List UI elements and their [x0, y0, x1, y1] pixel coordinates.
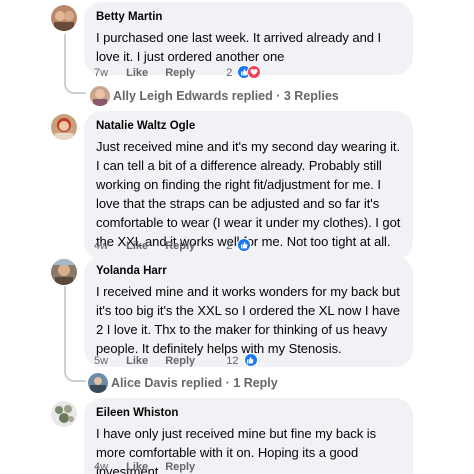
comment-text: Just received mine and it's my second da…: [96, 139, 401, 249]
reply-thread-elbow: [64, 80, 86, 94]
comment-actions: 4w Like Reply: [94, 460, 209, 474]
comment-text: I purchased one last week. It arrived al…: [96, 30, 382, 64]
reaction-count[interactable]: 2: [226, 239, 232, 253]
like-button[interactable]: Like: [126, 354, 148, 368]
comment-timestamp[interactable]: 4w: [94, 239, 108, 253]
avatar[interactable]: [51, 5, 77, 31]
reaction-count[interactable]: 12: [226, 354, 238, 368]
love-icon: [247, 65, 262, 79]
comment-timestamp[interactable]: 7w: [94, 66, 108, 80]
comment-actions: 4w Like Reply 2: [94, 238, 252, 253]
like-button[interactable]: Like: [126, 460, 148, 474]
reply-button[interactable]: Reply: [165, 460, 195, 474]
like-button[interactable]: Like: [126, 239, 148, 253]
reply-button[interactable]: Reply: [165, 354, 195, 368]
like-button[interactable]: Like: [126, 66, 148, 80]
reply-avatar[interactable]: [90, 86, 110, 106]
comment-actions: 7w Like Reply 2: [94, 65, 262, 80]
reply-thread-elbow: [64, 366, 86, 382]
reaction-count[interactable]: 2: [226, 66, 232, 80]
avatar[interactable]: [51, 114, 77, 140]
avatar[interactable]: [51, 401, 77, 427]
view-replies-link[interactable]: Alice Davis replied · 1 Reply: [111, 375, 278, 391]
comment-bubble: Yolanda Harr I received mine and it work…: [84, 256, 413, 367]
reply-button[interactable]: Reply: [165, 239, 195, 253]
reply-avatar[interactable]: [88, 373, 108, 393]
comment-author[interactable]: Betty Martin: [96, 10, 401, 25]
comment-author[interactable]: Eileen Whiston: [96, 406, 401, 421]
avatar[interactable]: [51, 259, 77, 285]
like-icon: [237, 238, 252, 252]
comment-text: I received mine and it works wonders for…: [96, 284, 400, 356]
comment-author[interactable]: Yolanda Harr: [96, 264, 401, 279]
comment-timestamp[interactable]: 4w: [94, 460, 108, 474]
like-icon: [243, 353, 258, 367]
comment-actions: 5w Like Reply 12: [94, 353, 258, 368]
reply-button[interactable]: Reply: [165, 66, 195, 80]
comment-timestamp[interactable]: 5w: [94, 354, 108, 368]
reply-thread-line: [64, 34, 66, 84]
view-replies-link[interactable]: Ally Leigh Edwards replied · 3 Replies: [113, 88, 339, 104]
reply-thread-line: [64, 286, 66, 370]
comment-author[interactable]: Natalie Waltz Ogle: [96, 119, 401, 134]
